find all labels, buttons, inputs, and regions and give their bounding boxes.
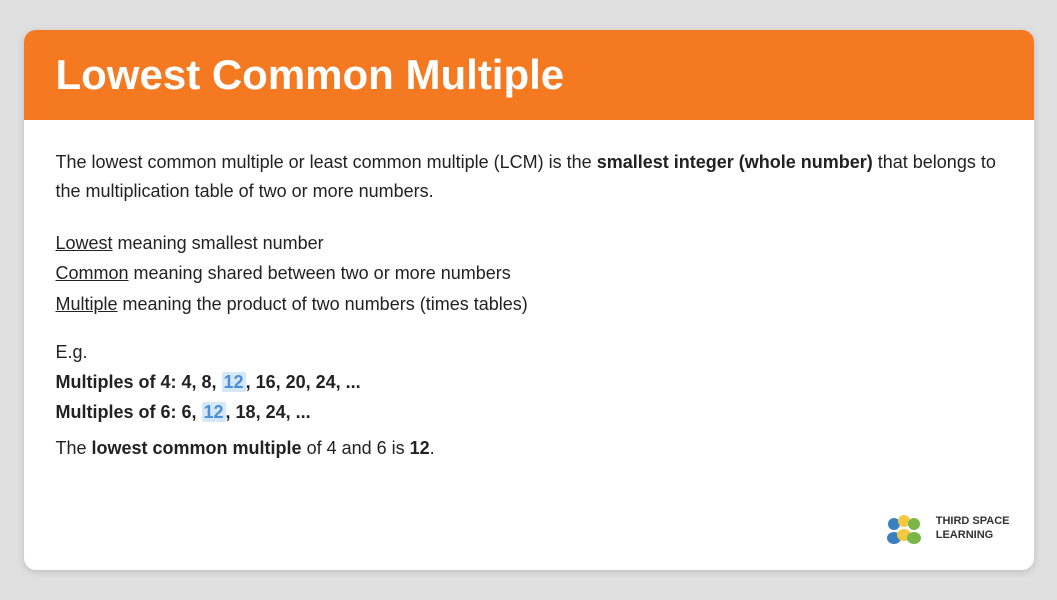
def-lowest: Lowest meaning smallest number: [56, 228, 1002, 259]
conclusion-part2: of 4 and 6 is: [302, 438, 410, 458]
def-lowest-meaning: meaning smallest number: [113, 233, 324, 253]
def-common-term: Common: [56, 263, 129, 283]
conclusion-answer: 12: [410, 438, 430, 458]
def-lowest-term: Lowest: [56, 233, 113, 253]
tsl-logo-icon: [880, 504, 928, 552]
conclusion-paragraph: The lowest common multiple of 4 and 6 is…: [56, 438, 1002, 459]
multiples-of-6: Multiples of 6: 6, 12, 18, 24, ...: [56, 397, 1002, 428]
conclusion-end: .: [430, 438, 435, 458]
intro-paragraph: The lowest common multiple or least comm…: [56, 148, 1002, 206]
multiples-6-label: Multiples of 6: 6,: [56, 402, 202, 422]
card: Lowest Common Multiple The lowest common…: [24, 30, 1034, 570]
def-multiple: Multiple meaning the product of two numb…: [56, 289, 1002, 320]
page-title: Lowest Common Multiple: [56, 52, 1002, 98]
header: Lowest Common Multiple: [24, 30, 1034, 120]
multiples-4-highlight: 12: [222, 372, 246, 392]
eg-label: E.g.: [56, 342, 1002, 363]
def-multiple-term: Multiple: [56, 294, 118, 314]
multiples-4-label: Multiples of 4: 4, 8,: [56, 372, 222, 392]
content-area: The lowest common multiple or least comm…: [24, 120, 1034, 487]
multiples-4-rest: , 16, 20, 24, ...: [246, 372, 361, 392]
def-common: Common meaning shared between two or mor…: [56, 258, 1002, 289]
intro-part1: The lowest common multiple or least comm…: [56, 152, 597, 172]
multiples-6-highlight: 12: [202, 402, 226, 422]
examples-block: E.g. Multiples of 4: 4, 8, 12, 16, 20, 2…: [56, 342, 1002, 428]
logo-line1: THIRD SPACE: [936, 515, 1010, 527]
definitions-block: Lowest meaning smallest number Common me…: [56, 228, 1002, 320]
conclusion-bold: lowest common multiple: [92, 438, 302, 458]
def-common-meaning: meaning shared between two or more numbe…: [129, 263, 511, 283]
intro-bold: smallest integer (whole number): [597, 152, 873, 172]
logo-area: THIRD SPACE LEARNING: [880, 504, 1010, 552]
multiples-of-4: Multiples of 4: 4, 8, 12, 16, 20, 24, ..…: [56, 367, 1002, 398]
conclusion-part1: The: [56, 438, 92, 458]
multiples-6-rest: , 18, 24, ...: [226, 402, 311, 422]
logo-line2: LEARNING: [936, 529, 993, 541]
logo-text: THIRD SPACE LEARNING: [936, 514, 1010, 543]
def-multiple-meaning: meaning the product of two numbers (time…: [118, 294, 528, 314]
